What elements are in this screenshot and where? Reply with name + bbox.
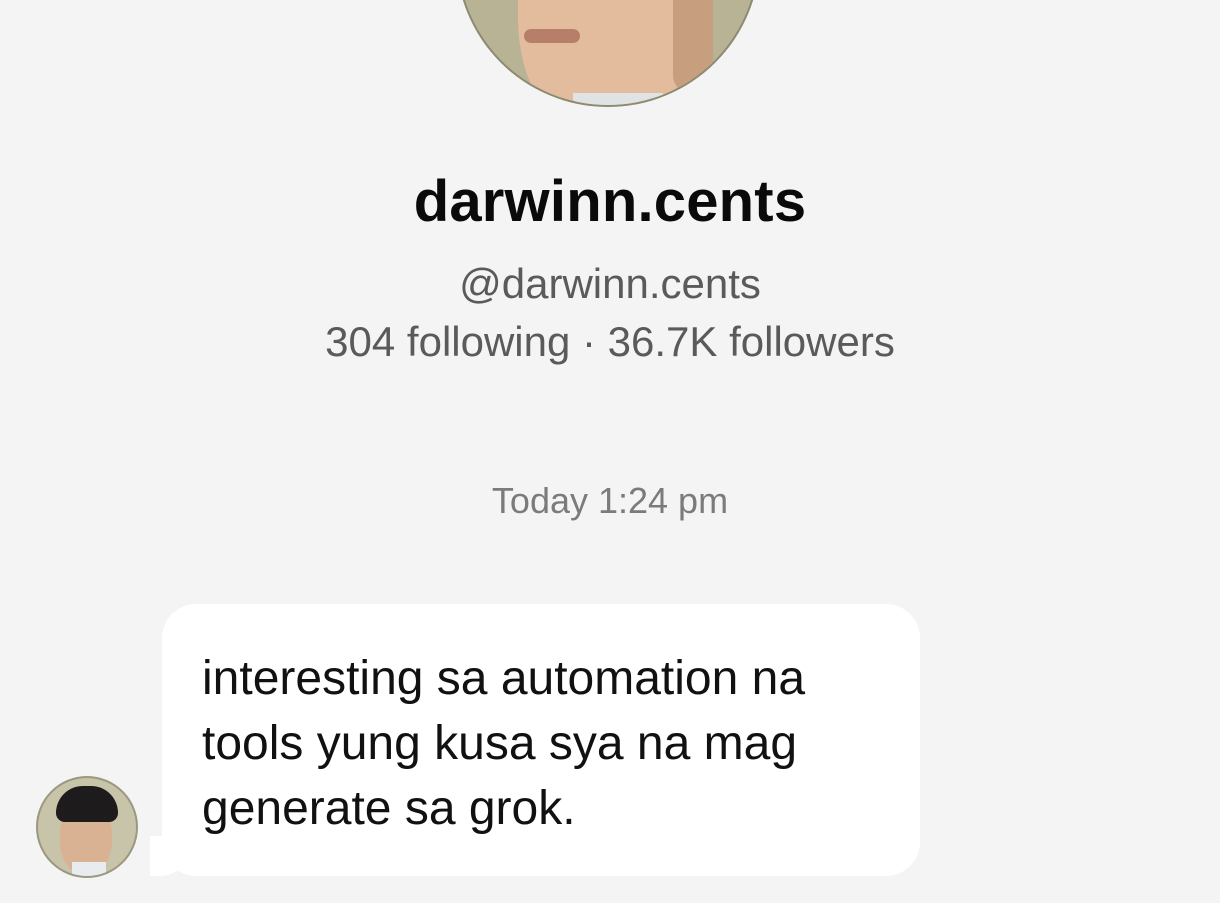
profile-shirt-shape xyxy=(573,93,663,105)
profile-lips-shape xyxy=(524,29,580,43)
profile-neck-shadow xyxy=(673,0,713,95)
incoming-message-bubble[interactable]: interesting sa automation na tools yung … xyxy=(150,604,920,876)
profile-avatar[interactable] xyxy=(458,0,758,105)
message-timestamp: Today 1:24 pm xyxy=(491,480,729,521)
chat-screen: darwinn.cents @darwinn.cents 304 followi… xyxy=(0,0,1220,903)
sender-collar-shape xyxy=(72,862,106,876)
profile-follow-stats: 304 following · 36.7K followers xyxy=(325,318,895,365)
message-text: interesting sa automation na tools yung … xyxy=(202,652,806,835)
profile-display-name: darwinn.cents xyxy=(413,169,807,234)
sender-avatar[interactable] xyxy=(38,778,136,876)
sender-hair-shape xyxy=(56,786,118,822)
profile-username: @darwinn.cents xyxy=(459,260,761,307)
